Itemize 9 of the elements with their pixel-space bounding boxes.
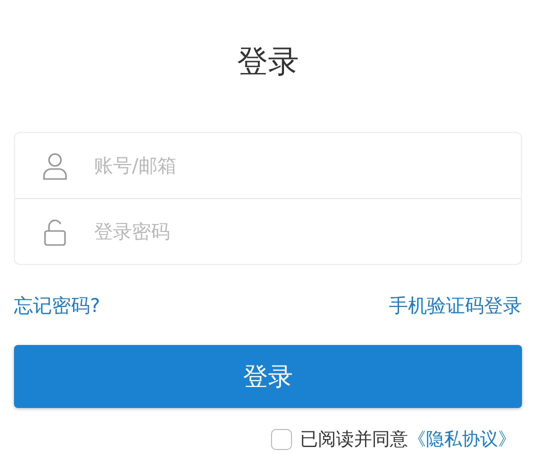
sms-login-link[interactable]: 手机验证码登录: [389, 293, 522, 319]
agree-checkbox[interactable]: [271, 428, 292, 450]
privacy-link[interactable]: 《隐私协议》: [408, 427, 516, 451]
agreement-text: 已阅读并同意: [300, 428, 408, 451]
forgot-password-link[interactable]: 忘记密码?: [14, 293, 100, 319]
page-title: 登录: [236, 43, 300, 82]
login-button[interactable]: 登录: [14, 345, 522, 408]
lock-icon: [42, 218, 68, 246]
user-icon: [42, 152, 68, 180]
